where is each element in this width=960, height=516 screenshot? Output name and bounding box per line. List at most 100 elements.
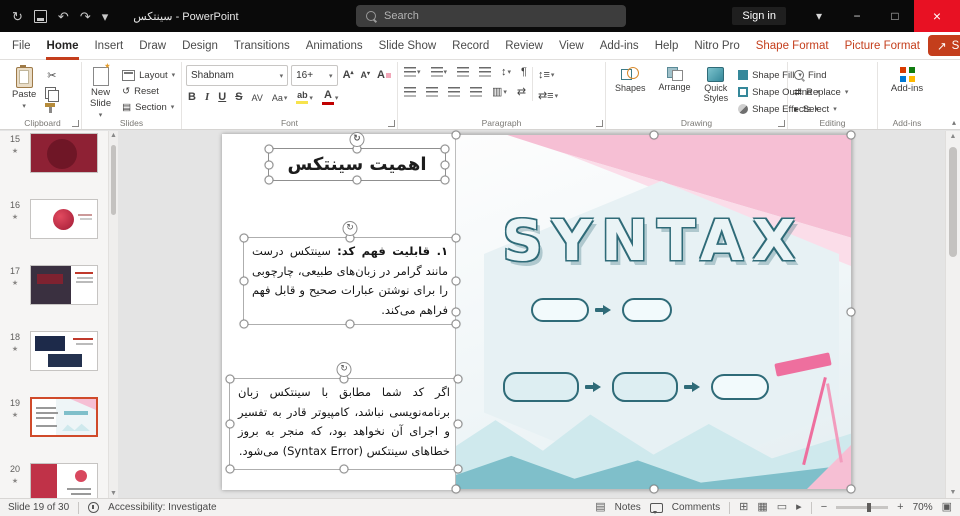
slide-sorter-view-button[interactable]: ▦	[757, 502, 767, 513]
columns-button[interactable]: ▥ ▾	[490, 84, 509, 99]
new-slide-button[interactable]: New Slide ▾	[86, 63, 115, 122]
find-button[interactable]: Find	[792, 68, 873, 82]
format-painter-button[interactable]	[45, 103, 56, 113]
tab-picture-format[interactable]: Picture Format	[837, 32, 928, 60]
slide-17-thumbnail[interactable]	[30, 265, 98, 305]
replace-button[interactable]: ⇄ Replace ▾	[792, 85, 873, 99]
arrange-button[interactable]: Arrange	[654, 65, 696, 116]
font-color-button[interactable]: A ▾	[320, 89, 341, 106]
selection-handle-s[interactable]	[345, 319, 355, 329]
fit-slide-to-window-button[interactable]: ▣	[942, 502, 952, 513]
shapes-button[interactable]: Shapes	[610, 65, 651, 116]
selection-handle-s[interactable]	[649, 484, 658, 494]
rotation-handle[interactable]: ↻	[342, 221, 358, 236]
paragraph-dialog-launcher[interactable]	[596, 120, 603, 127]
rotation-handle[interactable]: ↻	[336, 362, 352, 377]
selection-handle-nw[interactable]	[239, 233, 249, 243]
scroll-up-icon[interactable]: ▲	[109, 132, 118, 139]
scroll-up-icon[interactable]: ▲	[946, 133, 960, 140]
font-size-combo[interactable]: 16+ ▾	[291, 65, 338, 86]
select-button[interactable]: ▸ Select ▾	[792, 102, 873, 116]
copy-button[interactable]	[45, 87, 60, 102]
selection-handle-e[interactable]	[451, 276, 461, 286]
clipboard-dialog-launcher[interactable]	[72, 120, 79, 127]
selection-handle-se[interactable]	[451, 319, 461, 329]
character-spacing-button[interactable]: A︎V	[250, 92, 265, 104]
autosave-icon[interactable]: ↻	[12, 10, 23, 23]
text-direction-button[interactable]: ⇄≡ ▾	[536, 88, 560, 103]
selection-handle-s[interactable]	[352, 175, 362, 185]
selection-handle-ne[interactable]	[440, 144, 450, 154]
scrollbar-thumb[interactable]	[111, 145, 116, 215]
tab-transitions[interactable]: Transitions	[226, 32, 298, 60]
paste-button[interactable]: Paste ▾	[8, 65, 40, 113]
slide-body-textbox-1[interactable]: ۱. قابلیت فهم کد: سینتکس درست مانند گرام…	[239, 221, 461, 329]
slideshow-button[interactable]: ▸	[796, 502, 802, 513]
slide-15-thumbnail[interactable]	[30, 133, 98, 173]
selection-handle-sw[interactable]	[451, 484, 461, 494]
notes-button[interactable]: Notes	[615, 502, 641, 513]
tab-nitro-pro[interactable]: Nitro Pro	[686, 32, 747, 60]
selection-handle-se[interactable]	[440, 175, 450, 185]
scroll-down-icon[interactable]: ▼	[109, 490, 118, 497]
drawing-dialog-launcher[interactable]	[778, 120, 785, 127]
smartart-convert-button[interactable]: ⇄	[515, 84, 528, 99]
justify-button[interactable]	[468, 86, 484, 98]
tab-insert[interactable]: Insert	[86, 32, 131, 60]
search-input[interactable]: Search	[356, 5, 626, 27]
quick-styles-button[interactable]: Quick Styles	[699, 65, 734, 116]
reset-button[interactable]: ↺ Reset	[120, 84, 177, 98]
strikethrough-button[interactable]: S	[233, 91, 244, 104]
tab-draw[interactable]: Draw	[131, 32, 174, 60]
minimize-button[interactable]: −	[838, 0, 876, 32]
collapse-ribbon-button[interactable]: ▴	[952, 118, 956, 127]
thumbnail-panel-scrollbar[interactable]: ▲ ▼	[108, 131, 118, 498]
selection-handle-se[interactable]	[846, 484, 856, 494]
zoom-out-button[interactable]: −	[821, 502, 827, 513]
selection-handle-nw[interactable]	[264, 144, 274, 154]
align-center-button[interactable]	[424, 86, 440, 98]
selection-handle-w[interactable]	[225, 419, 235, 429]
maximize-button[interactable]: □	[876, 0, 914, 32]
scrollbar-thumb[interactable]	[949, 147, 957, 257]
slide-canvas[interactable]: اهمیت سینتکس ↻ ۱. قابلیت فهم کد: سینتکس …	[118, 130, 960, 498]
clear-formatting-button[interactable]: A	[375, 69, 393, 82]
tab-home[interactable]: Home	[39, 32, 87, 60]
slide-16-thumbnail[interactable]	[30, 199, 98, 239]
decrease-indent-button[interactable]	[455, 66, 471, 78]
slide-title-textbox[interactable]: اهمیت سینتکس ↻	[264, 132, 450, 185]
slide-18-thumbnail[interactable]	[30, 331, 98, 371]
share-button[interactable]: ↗ Share ▾	[928, 35, 960, 56]
scroll-down-icon[interactable]: ▼	[946, 489, 960, 496]
tab-help[interactable]: Help	[647, 32, 687, 60]
redo-icon[interactable]: ↷	[80, 10, 91, 23]
slide-number-indicator[interactable]: Slide 19 of 30	[8, 502, 69, 513]
underline-button[interactable]: U	[216, 91, 228, 104]
numbering-button[interactable]: ▾	[429, 66, 450, 78]
close-button[interactable]: ×	[914, 0, 960, 32]
tab-shape-format[interactable]: Shape Format	[748, 32, 837, 60]
selection-handle-s[interactable]	[339, 464, 349, 474]
ribbon-display-options-button[interactable]: ▾	[800, 0, 838, 32]
line-spacing-button[interactable]: ↕ ▾	[499, 65, 513, 79]
selection-handle-sw[interactable]	[239, 319, 249, 329]
section-button[interactable]: ▤ Section ▾	[120, 100, 177, 114]
tab-review[interactable]: Review	[497, 32, 551, 60]
zoom-slider-thumb[interactable]	[867, 503, 872, 512]
text-direction-ltr-button[interactable]: ¶	[519, 65, 529, 79]
normal-view-button[interactable]: ⊞	[739, 502, 748, 513]
selection-handle-nw[interactable]	[451, 130, 461, 140]
tab-add-ins[interactable]: Add-ins	[592, 32, 647, 60]
selection-handle-ne[interactable]	[846, 130, 856, 140]
selection-handle-ne[interactable]	[451, 233, 461, 243]
reading-view-button[interactable]: ▭	[777, 502, 787, 513]
layout-button[interactable]: Layout ▾	[120, 68, 177, 82]
customize-quick-access-icon[interactable]: ▾	[102, 10, 109, 23]
accessibility-status[interactable]: Accessibility: Investigate	[108, 502, 216, 513]
selection-handle-se[interactable]	[453, 464, 463, 474]
increase-indent-button[interactable]	[477, 66, 493, 78]
slide-19-thumbnail-selected[interactable]	[30, 397, 98, 437]
text-highlight-color-button[interactable]: ab ▾	[294, 90, 315, 105]
sign-in-button[interactable]: Sign in	[732, 7, 786, 25]
decrease-font-size-button[interactable]: A▾	[359, 70, 373, 81]
